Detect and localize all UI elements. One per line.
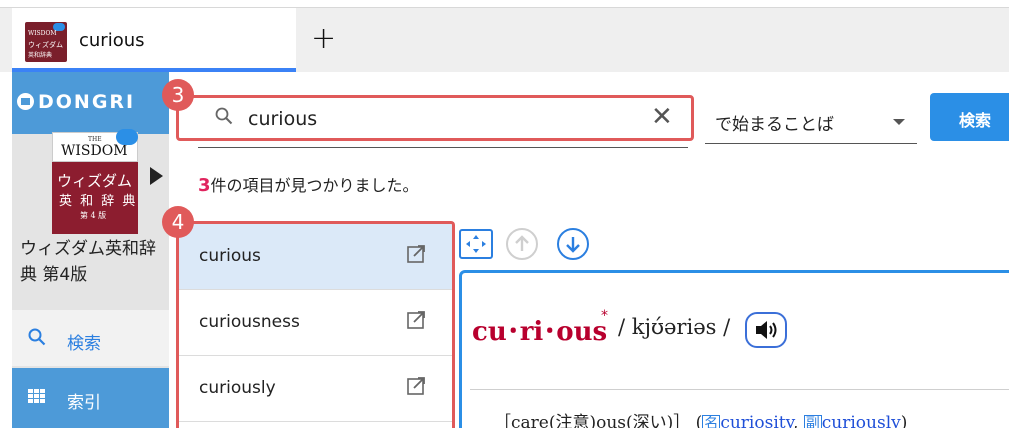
logo-bar: DONGRI	[12, 72, 169, 134]
expand-icon	[466, 235, 486, 253]
speaker-icon	[756, 321, 777, 339]
separator: ,	[792, 413, 804, 428]
cover-bottom: ウィズダム 英 和 辞 典 第 4 版	[52, 162, 138, 234]
etymology-line: ［care(注意)ous(深い)］ (名 curiosity, 副 curiousl…	[494, 408, 907, 428]
sidebar-item-label: 検索	[67, 334, 101, 354]
arrow-down-icon	[566, 237, 580, 253]
etymology-close: )	[900, 413, 908, 428]
pos-noun-label: 名	[702, 415, 721, 428]
list-item-word: curiously	[199, 378, 276, 398]
result-count-number: 3	[198, 175, 211, 196]
book-icon: WISDOM ウィズダム 英和辞典	[25, 22, 67, 62]
dictionary-name: ウィズダム英和辞典 第4版	[20, 239, 156, 285]
search-mode-select[interactable]: で始まることば	[705, 98, 917, 144]
list-item[interactable]: curiously	[179, 356, 452, 422]
previous-entry-button[interactable]	[506, 228, 538, 260]
search-button-label: 検索	[959, 111, 992, 130]
callout-badge-3: 3	[162, 79, 194, 111]
clear-icon[interactable]: ✕	[651, 104, 673, 130]
arrow-up-icon	[515, 235, 529, 251]
sidebar-item-search[interactable]: 検索	[12, 310, 169, 366]
cover-subtitle: 英 和 辞 典	[59, 194, 138, 209]
cover-edition: 第 4 版	[80, 211, 107, 220]
audio-button[interactable]	[745, 312, 787, 348]
external-link-icon[interactable]	[406, 244, 426, 264]
related-link-curiosity[interactable]: curiosity	[720, 413, 793, 428]
grid-icon	[28, 389, 46, 404]
cover-the: THE	[88, 136, 102, 143]
search-button[interactable]: 検索	[930, 93, 1009, 141]
list-item-word: curiousness	[199, 312, 300, 332]
pronunciation: / kjʊ́əriəs /	[618, 315, 731, 339]
headword: cu･ri･ous	[472, 317, 608, 347]
external-link-icon[interactable]	[406, 310, 426, 330]
tab-bar: WISDOM ウィズダム 英和辞典 curious +	[0, 0, 1009, 72]
dropdown-arrow-icon	[893, 119, 905, 125]
search-icon	[28, 328, 46, 346]
result-count-text: 件の項目が見つかりました。	[210, 176, 419, 195]
dongri-logo-icon	[17, 93, 34, 110]
entry-panel: cu･ri･ous * / kjʊ́əriəs / ［care(注意)ous(深…	[459, 270, 1009, 428]
sidebar-item-index[interactable]: 索引	[12, 368, 169, 428]
next-entry-button[interactable]	[557, 228, 589, 260]
headword-star: *	[601, 308, 608, 324]
list-item[interactable]: curious	[179, 224, 452, 290]
word-list: curious curiousness curiously	[176, 221, 455, 428]
list-item[interactable]: curiousness	[179, 290, 452, 356]
search-mode-label: で始まることば	[715, 115, 834, 135]
play-icon[interactable]	[150, 167, 163, 185]
search-icon	[215, 107, 233, 125]
list-item-word: curious	[199, 246, 261, 266]
sidebar-item-label: 索引	[67, 393, 101, 413]
search-input[interactable]	[248, 107, 628, 131]
tab-icon-line2: ウィズダム	[28, 41, 63, 49]
cover-wisdom: WISDOM	[61, 143, 128, 159]
tab-title: curious	[79, 30, 145, 51]
sidebar: DONGRI THE WISDOM ウィズダム 英 和 辞 典 第 4 版 ウィ…	[12, 72, 169, 428]
related-link-curiously[interactable]: curiously	[822, 413, 901, 428]
entry-divider	[470, 389, 1009, 390]
external-link-icon[interactable]	[406, 376, 426, 396]
tab-icon-line1: WISDOM	[28, 30, 57, 37]
new-tab-button[interactable]: +	[311, 24, 336, 54]
search-underline	[198, 147, 688, 148]
cover-title: ウィズダム	[57, 172, 133, 190]
etymology-text: ［care(注意)ous(深い)］ (	[494, 413, 703, 428]
expand-button[interactable]	[459, 229, 493, 259]
dictionary-cover[interactable]: THE WISDOM ウィズダム 英 和 辞 典 第 4 版	[52, 129, 138, 234]
app-logo: DONGRI	[38, 91, 136, 113]
result-count: 3件の項目が見つかりました。	[198, 172, 419, 196]
tab-icon-line3: 英和辞典	[28, 52, 53, 59]
callout-badge-4: 4	[162, 206, 194, 238]
cloud-icon	[116, 129, 138, 145]
pos-adverb-label: 副	[803, 415, 822, 428]
